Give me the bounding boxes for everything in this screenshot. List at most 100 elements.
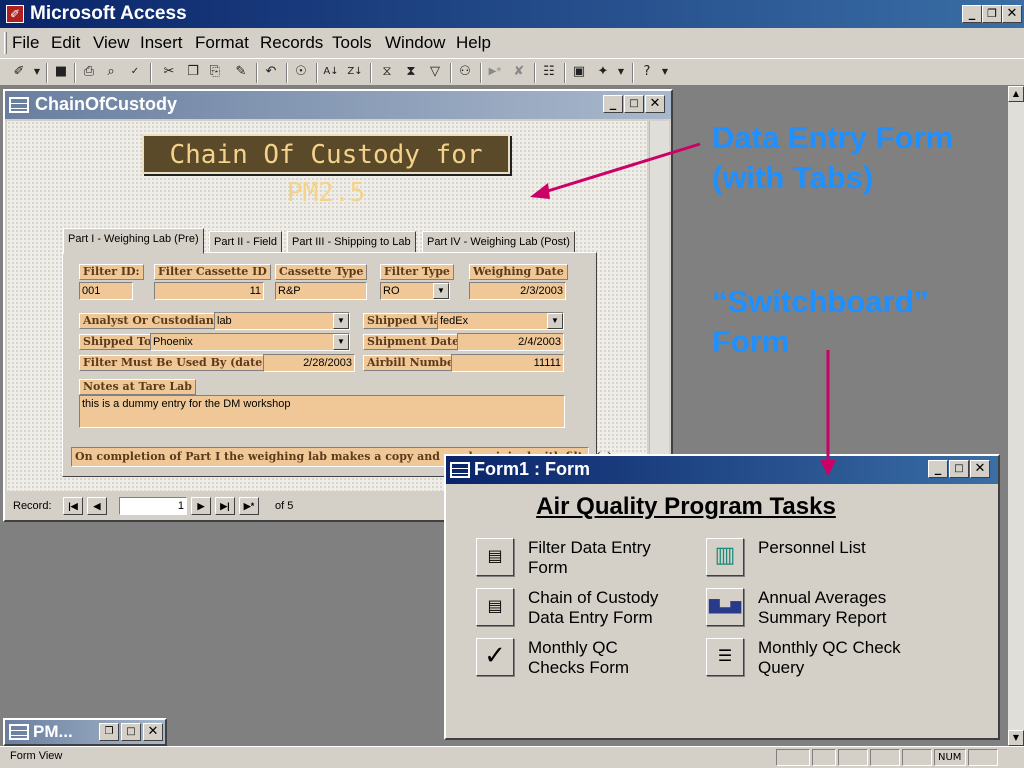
app-minimize-button[interactable]: _ (962, 5, 982, 23)
chain-of-custody-title-bar[interactable]: ChainOfCustody _ □ ✕ (5, 91, 671, 119)
airbill-field[interactable]: 11111 (451, 354, 564, 372)
access-key-icon[interactable]: ✐ (6, 5, 24, 23)
tab-part-4[interactable]: Part IV - Weighing Lab (Post) (422, 231, 575, 253)
app-restore-button[interactable]: ❐ (982, 5, 1002, 23)
record-number-input[interactable]: 1 (119, 497, 187, 515)
filter-by-form-icon[interactable]: ⧗ (402, 63, 420, 81)
menu-file[interactable]: File (12, 33, 39, 53)
workspace-scrollbar[interactable]: ▲ ▼ (1008, 86, 1024, 746)
paste-icon[interactable]: ⎘ (206, 63, 224, 81)
shipped-to-select[interactable]: Phoenix ▼ (150, 333, 350, 351)
bar-chart-icon: ▇▃▆ (708, 598, 742, 614)
weighing-date-field[interactable]: 2/3/2003 (469, 282, 566, 300)
personnel-list-button[interactable]: ▥ (706, 538, 744, 576)
view-design-icon[interactable]: ✐ (10, 63, 28, 81)
must-use-by-field[interactable]: 2/28/2003 (263, 354, 355, 372)
form1-maximize-button[interactable]: □ (949, 460, 969, 478)
menu-grip[interactable] (4, 32, 7, 54)
switchboard-item-label: Monthly QC Check Query (758, 638, 901, 678)
new-record-icon[interactable]: ▶* (486, 63, 504, 81)
hyperlink-icon[interactable]: ☉ (292, 63, 310, 81)
apply-filter-icon[interactable]: ▽ (426, 63, 444, 81)
scroll-up-icon[interactable]: ▲ (1008, 86, 1024, 102)
form1-close-button[interactable]: ✕ (970, 460, 990, 478)
cassette-type-field[interactable]: R&P (275, 282, 367, 300)
chevron-down-icon[interactable]: ▼ (333, 334, 349, 350)
toolbar-options-icon[interactable]: ▼ (656, 63, 674, 81)
tab-part-2[interactable]: Part II - Field (209, 231, 282, 253)
chain-of-custody-button[interactable]: ▤ (476, 588, 514, 626)
menu-help[interactable]: Help (456, 33, 491, 53)
filter-type-select[interactable]: RO ▼ (380, 282, 450, 300)
undo-icon[interactable]: ↶ (262, 63, 280, 81)
min-restore-button[interactable]: ❐ (99, 723, 119, 741)
annual-averages-button[interactable]: ▇▃▆ (706, 588, 744, 626)
delete-record-icon[interactable]: ✘ (510, 63, 528, 81)
chevron-down-icon[interactable]: ▼ (547, 313, 563, 329)
toolbar: ✐ ▼ ■ ⎙ ⌕ ✓ ✂ ❐ ⎘ ✎ ↶ ☉ A↓ Z↓ ⧖ ⧗ ▽ ⚇ ▶*… (0, 58, 1024, 86)
menu-records[interactable]: Records (260, 33, 323, 53)
item-line: Personnel List (758, 538, 866, 557)
menu-tools[interactable]: Tools (332, 33, 372, 53)
filter-by-selection-icon[interactable]: ⧖ (378, 63, 396, 81)
chevron-down-icon[interactable]: ▼ (433, 283, 449, 299)
new-object-icon[interactable]: ✦ (594, 63, 612, 81)
new-object-dropdown-icon[interactable]: ▼ (612, 63, 630, 81)
toolbar-separator (480, 63, 482, 83)
monthly-qc-checks-button[interactable]: ✓ (476, 638, 514, 676)
filter-data-entry-button[interactable]: ▤ (476, 538, 514, 576)
minimized-title: PM... (33, 722, 73, 741)
print-preview-icon[interactable]: ⌕ (102, 63, 120, 81)
scroll-down-icon[interactable]: ▼ (1008, 730, 1024, 746)
menu-format[interactable]: Format (195, 33, 249, 53)
notes-textarea[interactable]: this is a dummy entry for the DM worksho… (79, 395, 565, 428)
filter-id-field[interactable]: 001 (79, 282, 133, 300)
coc-minimize-button[interactable]: _ (603, 95, 623, 113)
next-record-icon[interactable]: ▶ (191, 497, 211, 515)
first-record-icon[interactable]: |◀ (63, 497, 83, 515)
minimized-title-bar[interactable]: PM... ❐ □ ✕ (5, 720, 165, 744)
cassette-id-field[interactable]: 11 (154, 282, 264, 300)
coc-maximize-button[interactable]: □ (624, 95, 644, 113)
cut-icon[interactable]: ✂ (160, 63, 178, 81)
database-window-icon[interactable]: ▣ (570, 63, 588, 81)
new-record-nav-icon[interactable]: ▶* (239, 497, 259, 515)
print-icon[interactable]: ⎙ (80, 63, 98, 81)
coc-close-button[interactable]: ✕ (645, 95, 665, 113)
tab-part-3[interactable]: Part III - Shipping to Lab (287, 231, 416, 253)
menu-edit[interactable]: Edit (51, 33, 80, 53)
min-maximize-button[interactable]: □ (121, 723, 141, 741)
form1-minimize-button[interactable]: _ (928, 460, 948, 478)
view-dropdown-icon[interactable]: ▼ (28, 63, 46, 81)
format-painter-icon[interactable]: ✎ (232, 63, 250, 81)
annotation-switchboard: “Switchboard” Form (712, 282, 929, 362)
monthly-qc-query-button[interactable]: ☰ (706, 638, 744, 676)
previous-record-icon[interactable]: ◀ (87, 497, 107, 515)
shipped-via-select[interactable]: fedEx ▼ (437, 312, 564, 330)
record-count: of 5 (275, 500, 294, 512)
properties-icon[interactable]: ☷ (540, 63, 558, 81)
help-icon[interactable]: ? (638, 63, 656, 81)
last-record-icon[interactable]: ▶| (215, 497, 235, 515)
find-icon[interactable]: ⚇ (456, 63, 474, 81)
save-icon[interactable]: ■ (52, 63, 70, 81)
switchboard-title-bar[interactable]: Form1 : Form _ □ ✕ (446, 456, 998, 484)
switchboard-item-label: Chain of Custody Data Entry Form (528, 588, 658, 628)
chevron-down-icon[interactable]: ▼ (333, 313, 349, 329)
form-icon: ▤ (487, 546, 503, 565)
minimized-database-window[interactable]: PM... ❐ □ ✕ (3, 718, 167, 746)
menu-view[interactable]: View (93, 33, 130, 53)
record-label: Record: (13, 500, 52, 512)
spelling-icon[interactable]: ✓ (126, 63, 144, 81)
app-close-button[interactable]: ✕ (1002, 5, 1022, 23)
analyst-select[interactable]: lab ▼ (214, 312, 350, 330)
min-close-button[interactable]: ✕ (143, 723, 163, 741)
sort-descending-icon[interactable]: Z↓ (346, 63, 364, 81)
sort-ascending-icon[interactable]: A↓ (322, 63, 340, 81)
copy-icon[interactable]: ❐ (184, 63, 202, 81)
menu-window[interactable]: Window (385, 33, 445, 53)
menu-insert[interactable]: Insert (140, 33, 183, 53)
form-scrollbar[interactable] (649, 121, 669, 491)
shipment-date-field[interactable]: 2/4/2003 (457, 333, 564, 351)
tab-part-1[interactable]: Part I - Weighing Lab (Pre) (63, 228, 204, 254)
